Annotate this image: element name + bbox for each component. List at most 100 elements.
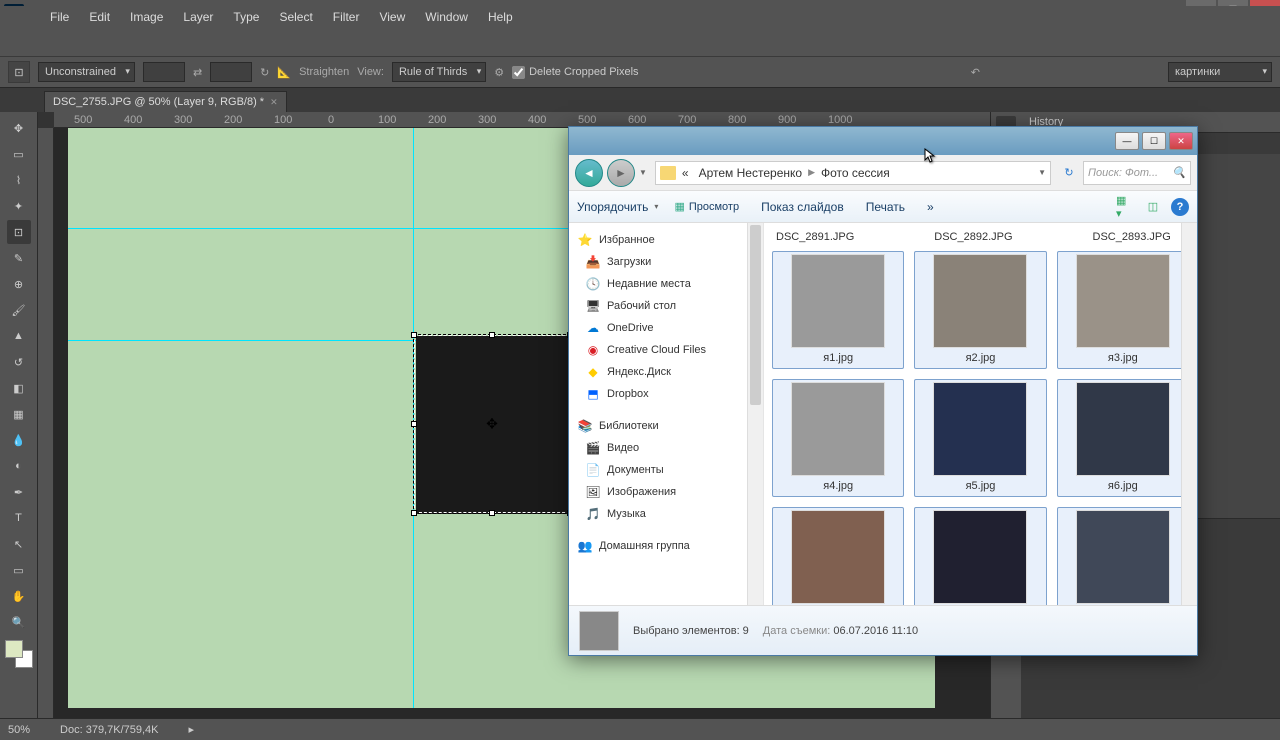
reset-icon[interactable]: ↶: [971, 66, 980, 79]
sidebar-dropbox[interactable]: ⬒Dropbox: [569, 383, 763, 405]
crop-preset-icon[interactable]: ⊡: [8, 61, 30, 83]
ruler-vertical[interactable]: [38, 128, 54, 718]
explorer-maximize-button[interactable]: ☐: [1142, 132, 1166, 150]
content-scrollbar[interactable]: [1181, 223, 1197, 605]
sidebar-recent[interactable]: 🕓Недавние места: [569, 273, 763, 295]
file-thumbnail[interactable]: я8.jpg: [914, 507, 1046, 605]
sidebar-libraries[interactable]: 📚Библиотеки: [569, 415, 763, 437]
menu-window[interactable]: Window: [415, 6, 478, 28]
zoom-level[interactable]: 50%: [8, 724, 30, 736]
shape-tool[interactable]: ▭: [7, 558, 31, 582]
sidebar-yandex[interactable]: ◆Яндекс.Диск: [569, 361, 763, 383]
file-thumbnail[interactable]: я6.jpg: [1057, 379, 1189, 497]
sidebar-scrollbar[interactable]: [747, 223, 763, 605]
menu-layer[interactable]: Layer: [173, 6, 223, 28]
width-input[interactable]: [143, 62, 185, 82]
path-tool[interactable]: ↖: [7, 532, 31, 556]
height-input[interactable]: [210, 62, 252, 82]
statusbar-arrow-icon[interactable]: ▸: [189, 723, 195, 736]
menu-select[interactable]: Select: [269, 6, 322, 28]
brush-tool[interactable]: 🖌: [7, 298, 31, 322]
color-swatches[interactable]: [5, 640, 33, 668]
file-thumbnail[interactable]: я9.jpg: [1057, 507, 1189, 605]
search-input[interactable]: Поиск: Фот... 🔍: [1083, 161, 1191, 185]
blur-tool[interactable]: 💧: [7, 428, 31, 452]
file-thumbnail[interactable]: я1.jpg: [772, 251, 904, 369]
gradient-tool[interactable]: ▦: [7, 402, 31, 426]
type-tool[interactable]: T: [7, 506, 31, 530]
zoom-tool[interactable]: 🔍: [7, 610, 31, 634]
constrain-select[interactable]: Unconstrained: [38, 62, 135, 82]
file-thumbnail[interactable]: я5.jpg: [914, 379, 1046, 497]
sidebar-music[interactable]: 🎵Музыка: [569, 503, 763, 525]
history-brush-tool[interactable]: ↺: [7, 350, 31, 374]
view-mode-button[interactable]: ▦ ▾: [1115, 197, 1135, 217]
chevron-right-icon[interactable]: ▶: [808, 167, 815, 178]
explorer-close-button[interactable]: ✕: [1169, 132, 1193, 150]
back-button[interactable]: ◄: [575, 159, 603, 187]
explorer-content[interactable]: DSC_2891.JPG DSC_2892.JPG DSC_2893.JPG я…: [764, 223, 1197, 605]
breadcrumb-dropdown-icon[interactable]: ▼: [1038, 168, 1046, 177]
file-thumbnail[interactable]: я7.jpg: [772, 507, 904, 605]
sidebar-creative-cloud[interactable]: ◉Creative Cloud Files: [569, 339, 763, 361]
explorer-minimize-button[interactable]: —: [1115, 132, 1139, 150]
marquee-tool[interactable]: ▭: [7, 142, 31, 166]
eyedropper-tool[interactable]: ✎: [7, 246, 31, 270]
sidebar-favorites[interactable]: ⭐Избранное: [569, 229, 763, 251]
sidebar-documents[interactable]: 📄Документы: [569, 459, 763, 481]
menu-edit[interactable]: Edit: [79, 6, 120, 28]
menu-type[interactable]: Type: [223, 6, 269, 28]
menu-file[interactable]: File: [40, 6, 79, 28]
menu-image[interactable]: Image: [120, 6, 173, 28]
file-thumbnail[interactable]: я4.jpg: [772, 379, 904, 497]
breadcrumb[interactable]: « Артем Нестеренко ▶ Фото сессия ▼: [655, 161, 1051, 185]
menu-filter[interactable]: Filter: [323, 6, 370, 28]
eraser-tool[interactable]: ◧: [7, 376, 31, 400]
print-button[interactable]: Печать: [866, 200, 911, 214]
file-header[interactable]: DSC_2892.JPG: [934, 231, 1012, 243]
file-header[interactable]: DSC_2891.JPG: [776, 231, 854, 243]
crop-tool[interactable]: ⊡: [7, 220, 31, 244]
lasso-tool[interactable]: ⌇: [7, 168, 31, 192]
document-tab[interactable]: DSC_2755.JPG @ 50% (Layer 9, RGB/8) * ✕: [44, 91, 287, 112]
explorer-window[interactable]: — ☐ ✕ ◄ ► ▼ « Артем Нестеренко ▶ Фото се…: [568, 126, 1198, 656]
history-dropdown-icon[interactable]: ▼: [639, 168, 647, 177]
refresh-button[interactable]: ↻: [1059, 163, 1079, 183]
swap-icon[interactable]: ⇄: [193, 66, 202, 79]
breadcrumb-item[interactable]: Фото сессия: [817, 164, 894, 182]
organize-button[interactable]: Упорядочить: [577, 200, 658, 214]
file-thumbnail[interactable]: я2.jpg: [914, 251, 1046, 369]
menu-view[interactable]: View: [369, 6, 415, 28]
file-header[interactable]: DSC_2893.JPG: [1093, 231, 1171, 243]
workspace-select[interactable]: картинки: [1168, 62, 1272, 82]
menu-help[interactable]: Help: [478, 6, 523, 28]
sidebar-desktop[interactable]: 🖥Рабочий стол: [569, 295, 763, 317]
move-tool[interactable]: ✥: [7, 116, 31, 140]
file-thumbnail[interactable]: я3.jpg: [1057, 251, 1189, 369]
forward-button[interactable]: ►: [607, 159, 635, 187]
hand-tool[interactable]: ✋: [7, 584, 31, 608]
dodge-tool[interactable]: ◐: [7, 454, 31, 478]
straighten-icon[interactable]: 📐: [277, 66, 291, 79]
preview-button[interactable]: ▦Просмотр: [674, 200, 745, 213]
preview-pane-button[interactable]: ◫: [1143, 197, 1163, 217]
straighten-button[interactable]: Straighten: [299, 66, 349, 78]
help-button[interactable]: ?: [1171, 198, 1189, 216]
wand-tool[interactable]: ✦: [7, 194, 31, 218]
sidebar-downloads[interactable]: 📥Загрузки: [569, 251, 763, 273]
sidebar-video[interactable]: 🎬Видео: [569, 437, 763, 459]
gear-icon[interactable]: ⚙: [494, 66, 504, 79]
more-button[interactable]: »: [927, 200, 940, 214]
slideshow-button[interactable]: Показ слайдов: [761, 200, 850, 214]
explorer-titlebar[interactable]: — ☐ ✕: [569, 127, 1197, 155]
close-tab-icon[interactable]: ✕: [270, 97, 278, 108]
breadcrumb-item[interactable]: Артем Нестеренко: [695, 164, 806, 182]
pen-tool[interactable]: ✒: [7, 480, 31, 504]
view-select[interactable]: Rule of Thirds: [392, 62, 486, 82]
delete-cropped-checkbox[interactable]: Delete Cropped Pixels: [512, 66, 638, 79]
sidebar-images[interactable]: 🖼Изображения: [569, 481, 763, 503]
doc-size[interactable]: Doc: 379,7K/759,4K: [60, 724, 158, 736]
rotate-icon[interactable]: ↻: [260, 66, 269, 79]
sidebar-onedrive[interactable]: ☁OneDrive: [569, 317, 763, 339]
transform-selection[interactable]: ✥: [413, 334, 571, 514]
